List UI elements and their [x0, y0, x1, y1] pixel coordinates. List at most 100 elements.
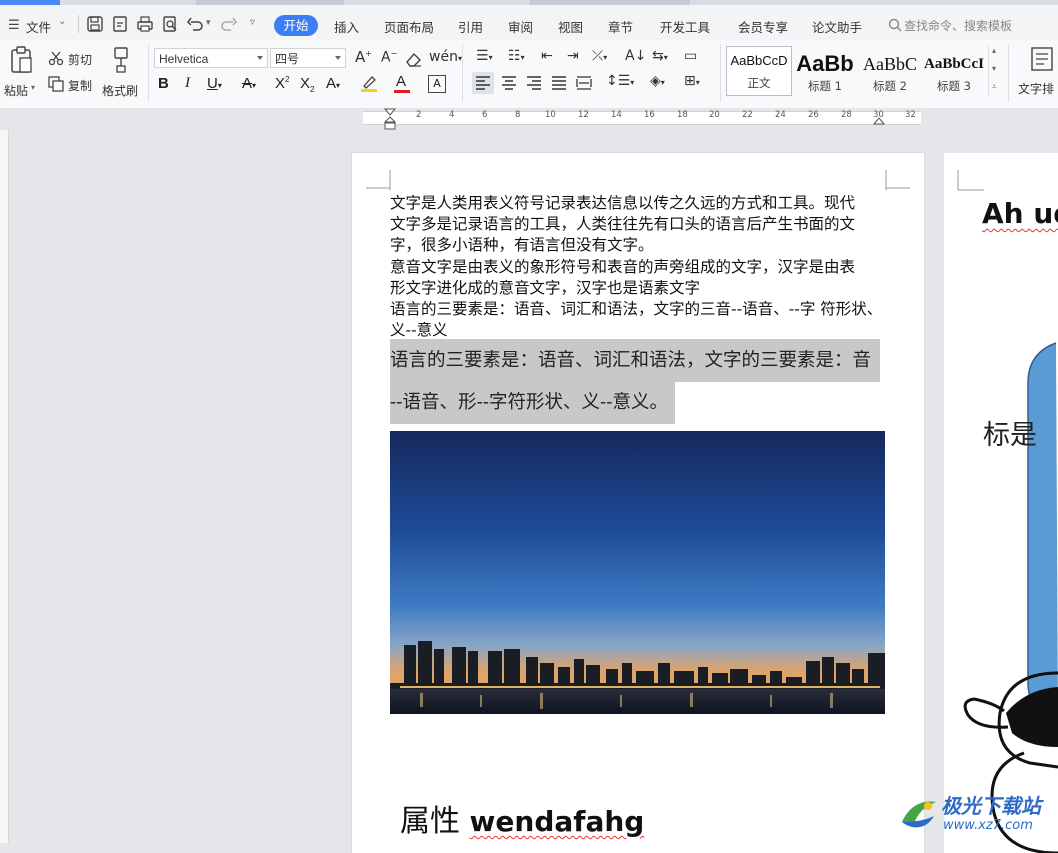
- font-size-select[interactable]: 四号: [270, 48, 346, 68]
- tab-paper-assistant[interactable]: 论文助手: [812, 17, 862, 36]
- justify-icon[interactable]: [551, 76, 567, 90]
- styles-gallery: AaBbCcD 正文 AaBb 标题 1 AaBbC 标题 2 AaBbCcI …: [726, 44, 1004, 98]
- font-name-select[interactable]: Helvetica: [154, 48, 268, 68]
- styles-scroll[interactable]: ▴ ▾ ⩡: [988, 46, 1003, 96]
- underline-icon[interactable]: U▾: [207, 75, 222, 92]
- highlight-color-icon[interactable]: [360, 74, 380, 94]
- ruler-tick: 26: [808, 110, 819, 120]
- page2-text: Ah ud: [982, 197, 1058, 230]
- heading-chinese: 属性: [400, 804, 470, 839]
- highlighted-line: 语言的三要素是：语音、词汇和语法，文字的三要素是：音: [390, 339, 880, 382]
- tab-member[interactable]: 会员专享: [738, 17, 788, 36]
- border-icon[interactable]: ⊞▾: [684, 73, 700, 89]
- tab-review[interactable]: 审阅: [508, 17, 533, 36]
- ruler-tick: 28: [841, 110, 852, 120]
- ruler-tick: 8: [515, 110, 521, 120]
- line-spacing-icon[interactable]: ↕☰▾: [606, 73, 634, 89]
- italic-icon[interactable]: I: [185, 75, 190, 92]
- phonetic-guide-icon[interactable]: wén▾: [429, 49, 462, 65]
- export-pdf-icon[interactable]: [111, 15, 129, 33]
- tab-start[interactable]: 开始: [274, 15, 318, 36]
- paragraph-line: 文字是人类用表义符号记录表达信息以传之久远的方式和工具。现代: [390, 194, 856, 212]
- tab-references[interactable]: 引用: [458, 17, 483, 36]
- chinese-layout-icon[interactable]: ⤫▾: [592, 48, 607, 64]
- numbered-list-icon[interactable]: ☷▾: [508, 48, 525, 64]
- search-icon: [888, 18, 902, 32]
- font-size-caret-icon: [335, 56, 341, 60]
- increase-indent-icon[interactable]: ⇥: [567, 48, 579, 64]
- vertical-ruler[interactable]: [0, 130, 9, 843]
- font-name-value: Helvetica: [159, 52, 209, 66]
- text-direction-icon[interactable]: ⇆▾: [652, 48, 668, 64]
- ruler-bar[interactable]: [363, 111, 921, 125]
- strikethrough-icon[interactable]: A▾: [242, 75, 256, 92]
- format-painter-button[interactable]: 格式刷: [101, 46, 143, 98]
- paste-label: 粘贴: [4, 84, 29, 98]
- bold-icon[interactable]: B: [158, 75, 169, 92]
- tab-page-layout[interactable]: 页面布局: [384, 17, 434, 36]
- ruler-tick: 16: [644, 110, 655, 120]
- margin-corner-mark: [366, 170, 391, 190]
- print-icon[interactable]: [136, 15, 154, 33]
- subscript-icon[interactable]: X2: [300, 75, 314, 94]
- document-heading: 属性 wendafahg: [400, 796, 644, 840]
- style-heading-3[interactable]: AaBbCcI 标题 3: [922, 50, 986, 98]
- table-ruler-icon[interactable]: ▭: [684, 48, 697, 64]
- highlighted-line-text: --语音、形--字符形状、义--意义。: [390, 392, 669, 413]
- undo-dropdown-icon[interactable]: ▾: [206, 18, 211, 28]
- align-center-icon[interactable]: [501, 76, 517, 90]
- print-preview-icon[interactable]: [161, 15, 179, 33]
- paste-button[interactable]: 粘贴 ▾: [4, 46, 40, 98]
- heading-english: wendafahg: [469, 805, 645, 838]
- bullet-list-icon[interactable]: ☰▾: [476, 48, 493, 64]
- ruler-tick: 22: [742, 110, 753, 120]
- distributed-align-icon[interactable]: [576, 76, 592, 90]
- align-right-icon[interactable]: [526, 76, 542, 90]
- command-search[interactable]: 查找命令、搜索模板: [886, 15, 1046, 35]
- style-normal[interactable]: AaBbCcD 正文: [726, 46, 792, 96]
- style-normal-name: 正文: [747, 76, 771, 90]
- tab-view[interactable]: 视图: [558, 17, 583, 36]
- night-city-photo[interactable]: [390, 431, 885, 714]
- decrease-indent-icon[interactable]: ⇤: [541, 48, 553, 64]
- ruler-tick: 6: [482, 110, 488, 120]
- copy-button[interactable]: 复制: [48, 75, 98, 93]
- cut-button[interactable]: 剪切: [48, 49, 98, 67]
- font-color-icon[interactable]: A: [394, 73, 414, 95]
- style-heading-2[interactable]: AaBbC 标题 2: [858, 50, 922, 98]
- sort-icon[interactable]: A↓: [625, 48, 646, 64]
- style-heading-1-preview: AaBb: [796, 51, 854, 76]
- character-border-icon[interactable]: A: [428, 75, 446, 93]
- superscript-icon[interactable]: X2: [275, 75, 289, 92]
- customize-toolbar-icon[interactable]: ▿: [250, 17, 255, 28]
- increase-font-icon[interactable]: A+: [355, 48, 372, 66]
- ruler-tick: 32: [905, 110, 916, 120]
- shading-icon[interactable]: ◈▾: [650, 73, 665, 89]
- watermark-url: www.xz7.com: [943, 818, 1033, 833]
- ruler-tick: 2: [416, 110, 422, 120]
- tab-chapter[interactable]: 章节: [608, 17, 633, 36]
- style-heading-3-preview: AaBbCcI: [923, 56, 984, 72]
- text-effect-icon[interactable]: A▾: [326, 75, 340, 92]
- cut-label: 剪切: [68, 53, 93, 67]
- indent-marker-icon[interactable]: [384, 108, 396, 130]
- file-menu-label: 文件: [26, 20, 52, 35]
- style-normal-preview: AaBbCcD: [730, 53, 788, 68]
- align-left-button[interactable]: [472, 72, 494, 94]
- text-layout-button[interactable]: 文字排: [1016, 46, 1058, 98]
- scroll-down-icon: ▾: [992, 64, 997, 73]
- document-page-2[interactable]: [944, 153, 1058, 853]
- style-heading-1[interactable]: AaBb 标题 1: [792, 50, 858, 98]
- text-layout-label: 文字排: [1018, 82, 1055, 96]
- undo-icon[interactable]: [186, 15, 204, 33]
- save-icon[interactable]: [86, 15, 104, 33]
- file-menu[interactable]: ☰ 文件 ⌄: [6, 16, 72, 35]
- ruler-tick: 18: [677, 110, 688, 120]
- font-name-caret-icon: [257, 56, 263, 60]
- tab-insert[interactable]: 插入: [334, 17, 359, 36]
- redo-icon[interactable]: [220, 15, 238, 33]
- decrease-font-icon[interactable]: A−: [381, 49, 397, 66]
- site-logo-icon: [902, 801, 936, 828]
- eraser-icon[interactable]: [405, 51, 423, 67]
- tab-developer[interactable]: 开发工具: [660, 17, 710, 36]
